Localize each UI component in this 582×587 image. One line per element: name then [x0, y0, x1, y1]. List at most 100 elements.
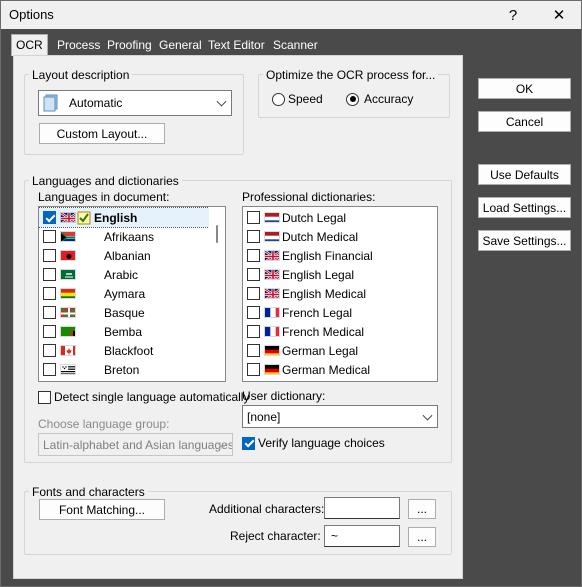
languages-in-document-label: Languages in document: [38, 190, 170, 204]
cancel-button[interactable]: Cancel [478, 111, 571, 132]
layout-combo[interactable]: Automatic [38, 90, 232, 116]
options-dialog: Options ? ✕ OCR Process Proofing General… [0, 0, 582, 587]
flag-icon [264, 269, 280, 280]
flag-icon [60, 231, 76, 242]
dictionary-list-item[interactable]: German Medical [247, 360, 370, 379]
speed-radio-button[interactable] [272, 92, 285, 106]
dictionary-list-item[interactable]: Dutch Medical [247, 227, 358, 246]
reject-character-input[interactable]: ~ [324, 525, 400, 547]
flag-icon [264, 250, 280, 261]
language-list-item[interactable]: Albanian [43, 246, 151, 265]
language-label: Aymara [104, 286, 146, 301]
dictionary-checkbox[interactable] [247, 230, 260, 243]
tab-text-editor[interactable]: Text Editor [204, 35, 269, 55]
language-list-item[interactable]: Blackfoot [43, 341, 153, 360]
document-icon [43, 94, 59, 112]
dictionary-checkbox[interactable] [247, 268, 260, 281]
dictionary-list-item[interactable]: Dutch Legal [247, 208, 346, 227]
detect-language-label: Detect single language automatically [54, 390, 250, 404]
tab-scanner[interactable]: Scanner [269, 35, 322, 55]
accuracy-radio-button[interactable] [346, 92, 359, 106]
dictionary-label: French Legal [282, 305, 353, 320]
tab-ocr[interactable]: OCR [11, 34, 48, 56]
language-checkbox[interactable] [43, 249, 56, 262]
verify-language-check[interactable] [242, 436, 255, 450]
dictionary-list-item[interactable]: English Financial [247, 246, 373, 265]
language-checkbox[interactable] [43, 268, 56, 281]
verify-language-label: Verify language choices [258, 436, 385, 450]
language-label: Albanian [104, 248, 151, 263]
language-list-item[interactable]: Arabic [43, 265, 138, 284]
language-checkbox[interactable] [43, 325, 56, 338]
ok-button[interactable]: OK [478, 78, 571, 99]
detect-language-check[interactable] [38, 390, 51, 404]
dictionary-label: German Legal [282, 343, 359, 358]
accuracy-radio[interactable]: Accuracy [346, 92, 413, 106]
language-list-item[interactable]: Bemba [43, 322, 142, 341]
custom-layout-button[interactable]: Custom Layout... [39, 123, 165, 144]
language-list-item[interactable]: English [39, 207, 210, 228]
chevron-down-icon [422, 410, 433, 421]
use-defaults-button[interactable]: Use Defaults [478, 164, 571, 185]
tab-proofing[interactable]: Proofing [103, 35, 156, 55]
flag-icon [264, 307, 280, 318]
language-list-item[interactable]: Aymara [43, 284, 145, 303]
font-matching-button[interactable]: Font Matching... [39, 499, 165, 520]
dictionary-list-item[interactable]: French Legal [247, 303, 352, 322]
dictionary-checkbox[interactable] [247, 249, 260, 262]
fonts-group-label: Fonts and characters [29, 485, 148, 499]
language-list-item[interactable]: Basque [43, 303, 145, 322]
language-list-item[interactable]: Afrikaans [43, 227, 154, 246]
close-icon[interactable]: ✕ [537, 1, 581, 29]
speed-radio[interactable]: Speed [272, 92, 323, 106]
reject-character-browse-button[interactable]: ... [408, 527, 436, 547]
user-dictionary-label: User dictionary: [242, 389, 326, 403]
help-icon[interactable]: ? [491, 1, 535, 29]
language-checkbox[interactable] [43, 363, 56, 376]
dictionary-checkbox[interactable] [247, 344, 260, 357]
flag-icon [264, 345, 280, 356]
language-group-value: Latin-alphabet and Asian languages [43, 437, 233, 452]
dictionary-checkbox[interactable] [247, 211, 260, 224]
tab-general[interactable]: General [155, 35, 206, 55]
flag-icon [60, 288, 76, 299]
language-checkbox[interactable] [43, 306, 56, 319]
optimize-label: Optimize the OCR process for... [263, 68, 439, 82]
dictionary-list-item[interactable]: French Medical [247, 322, 364, 341]
choose-language-group-label: Choose language group: [38, 417, 170, 431]
flag-icon [60, 212, 76, 223]
dictionary-label: Dutch Medical [282, 229, 359, 244]
languages-list[interactable]: English Afrikaans Albanian Arabic Aymara Basq… [38, 206, 226, 382]
language-list-item[interactable]: Breton [43, 360, 139, 379]
language-checkbox[interactable] [43, 211, 56, 224]
language-group-combo[interactable]: Latin-alphabet and Asian languages [38, 433, 233, 456]
flag-icon [60, 345, 76, 356]
flag-icon [60, 250, 76, 261]
dictionary-label: English Legal [282, 267, 355, 282]
flag-icon [264, 212, 280, 223]
flag-icon [60, 364, 76, 375]
dictionary-list-item[interactable]: German Legal [247, 341, 358, 360]
scrollbar-thumb[interactable] [216, 225, 218, 243]
dictionary-list-item[interactable]: English Legal [247, 265, 354, 284]
user-dictionary-combo[interactable]: [none] [242, 405, 438, 428]
languages-scrollbar[interactable] [209, 207, 225, 381]
language-checkbox[interactable] [43, 287, 56, 300]
language-checkbox[interactable] [43, 230, 56, 243]
dictionary-checkbox[interactable] [247, 363, 260, 376]
dictionary-checkbox[interactable] [247, 325, 260, 338]
professional-dictionaries-list[interactable]: Dutch Legal Dutch Medical English Financia… [242, 206, 438, 382]
save-settings-button[interactable]: Save Settings... [478, 230, 571, 251]
ocr-tab-pane: Layout description Automatic Custom Layo… [13, 55, 463, 579]
detect-language-checkbox[interactable]: Detect single language automatically [38, 390, 249, 404]
dictionary-list-item[interactable]: English Medical [247, 284, 366, 303]
tab-process[interactable]: Process [53, 35, 104, 55]
load-settings-button[interactable]: Load Settings... [478, 197, 571, 218]
layout-description-label: Layout description [29, 68, 133, 82]
verify-language-checkbox[interactable]: Verify language choices [242, 436, 385, 450]
dictionary-checkbox[interactable] [247, 306, 260, 319]
additional-characters-input[interactable] [324, 497, 400, 519]
additional-characters-browse-button[interactable]: ... [408, 499, 436, 519]
language-checkbox[interactable] [43, 344, 56, 357]
dictionary-checkbox[interactable] [247, 287, 260, 300]
